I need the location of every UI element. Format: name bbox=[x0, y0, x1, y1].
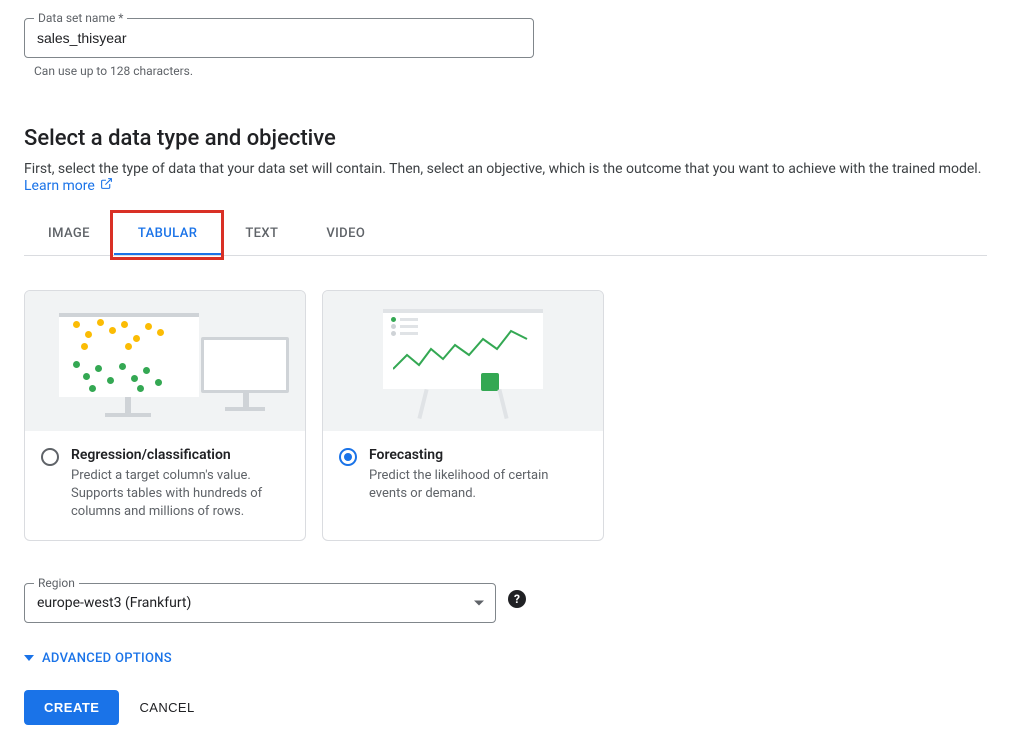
objective-cards: Regression/classification Predict a targ… bbox=[24, 290, 987, 541]
region-value: europe-west3 (Frankfurt) bbox=[37, 595, 191, 611]
radio-regression[interactable] bbox=[41, 448, 59, 466]
regression-title: Regression/classification bbox=[71, 447, 289, 463]
tab-text[interactable]: TEXT bbox=[221, 214, 302, 255]
chevron-down-icon bbox=[24, 655, 34, 661]
learn-more-link[interactable]: Learn more bbox=[24, 178, 113, 194]
tab-image[interactable]: IMAGE bbox=[24, 214, 114, 255]
advanced-options-toggle[interactable]: ADVANCED OPTIONS bbox=[24, 651, 987, 666]
regression-illustration bbox=[25, 291, 305, 431]
forecasting-title: Forecasting bbox=[369, 447, 587, 463]
help-icon[interactable]: ? bbox=[508, 590, 526, 608]
chevron-down-icon bbox=[474, 600, 484, 605]
section-desc-text: First, select the type of data that your… bbox=[24, 161, 981, 177]
region-field: Region europe-west3 (Frankfurt) bbox=[24, 583, 496, 623]
action-row: CREATE CANCEL bbox=[24, 690, 987, 725]
datatype-tabs: IMAGE TABULAR TEXT VIDEO bbox=[24, 214, 987, 256]
advanced-options-label: ADVANCED OPTIONS bbox=[42, 651, 172, 666]
tab-video[interactable]: VIDEO bbox=[302, 214, 389, 255]
section-title: Select a data type and objective bbox=[24, 126, 987, 151]
dataset-name-label: Data set name * bbox=[34, 11, 127, 25]
section-description: First, select the type of data that your… bbox=[24, 161, 987, 194]
create-button[interactable]: CREATE bbox=[24, 690, 119, 725]
cancel-button[interactable]: CANCEL bbox=[139, 700, 194, 715]
dataset-name-field: Data set name * bbox=[24, 18, 987, 58]
region-select[interactable]: europe-west3 (Frankfurt) bbox=[24, 583, 496, 623]
forecasting-illustration bbox=[323, 291, 603, 431]
dataset-name-helper: Can use up to 128 characters. bbox=[34, 64, 987, 78]
external-link-icon bbox=[100, 177, 113, 194]
card-forecasting[interactable]: Forecasting Predict the likelihood of ce… bbox=[322, 290, 604, 541]
radio-forecasting[interactable] bbox=[339, 448, 357, 466]
region-label: Region bbox=[34, 576, 79, 590]
tab-tabular[interactable]: TABULAR bbox=[114, 214, 221, 255]
card-regression[interactable]: Regression/classification Predict a targ… bbox=[24, 290, 306, 541]
line-chart-icon bbox=[393, 325, 533, 381]
regression-desc: Predict a target column's value. Support… bbox=[71, 467, 289, 522]
forecasting-desc: Predict the likelihood of certain events… bbox=[369, 467, 587, 503]
